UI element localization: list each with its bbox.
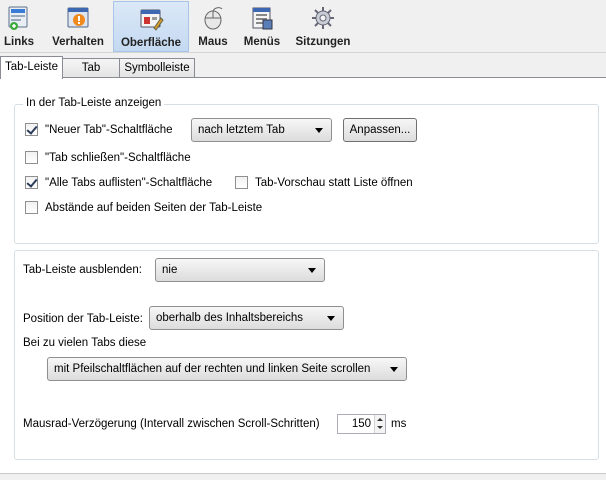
checkbox-mark xyxy=(25,151,38,164)
spin-up-icon[interactable] xyxy=(375,415,385,424)
hide-tabbar-select[interactable]: nie xyxy=(155,258,325,282)
toolbar-interface-button[interactable]: Oberfläche xyxy=(113,1,189,52)
chevron-down-icon xyxy=(308,268,316,273)
spinner-buttons xyxy=(374,415,385,433)
toolbar-links-label: Links xyxy=(3,36,35,48)
tabbar-settings-group: Tab-Leiste ausblenden: nie Position der … xyxy=(14,250,599,460)
scroll-delay-spinner[interactable]: 150 xyxy=(337,414,386,434)
mouse-icon xyxy=(204,7,223,30)
checkbox-mark xyxy=(25,176,38,189)
show-in-tabbar-group: In der Tab-Leiste anzeigen "Neuer Tab"-S… xyxy=(14,97,599,244)
tab-preview-label: Tab-Vorschau statt Liste öffnen xyxy=(255,176,413,189)
list-all-tabs-label: "Alle Tabs auflisten"-Schaltfläche xyxy=(45,176,213,189)
toolbar-menus-button[interactable]: Menüs xyxy=(240,1,284,52)
tabbar-position-value: oberhalb des Inhaltsbereichs xyxy=(156,312,304,324)
toolbar-sessions-label: Sitzungen xyxy=(295,36,351,48)
toolbar-links-button[interactable]: Links xyxy=(0,1,38,52)
tabbar-position-label: Position der Tab-Leiste: xyxy=(23,313,143,325)
tab-tab[interactable]: Tab xyxy=(62,58,120,78)
tab-symbolleiste[interactable]: Symbolleiste xyxy=(119,58,195,78)
customize-button[interactable]: Anpassen... xyxy=(343,118,417,142)
spacing-checkbox[interactable]: Abstände auf beiden Seiten der Tab-Leist… xyxy=(25,201,262,214)
tabbar-position-select[interactable]: oberhalb des Inhaltsbereichs xyxy=(149,306,344,330)
hide-tabbar-label: Tab-Leiste ausblenden: xyxy=(23,264,142,276)
toolbar-interface-label: Oberfläche xyxy=(120,37,182,49)
overflow-mode-value: mit Pfeilschaltflächen auf der rechten u… xyxy=(54,363,371,375)
list-all-tabs-checkbox[interactable]: "Alle Tabs auflisten"-Schaltfläche xyxy=(25,176,212,189)
scroll-delay-unit: ms xyxy=(391,418,407,430)
tab-strip: Tab-Leiste Tab Symbolleiste xyxy=(0,56,606,79)
links-icon xyxy=(8,6,28,30)
checkbox-mark xyxy=(25,201,38,214)
interface-icon xyxy=(140,9,164,31)
behavior-icon xyxy=(67,7,89,28)
tab-tab-leiste[interactable]: Tab-Leiste xyxy=(0,56,63,79)
overflow-mode-select[interactable]: mit Pfeilschaltflächen auf der rechten u… xyxy=(47,357,407,381)
chevron-down-icon xyxy=(327,316,335,321)
checkbox-mark xyxy=(25,123,38,136)
spacing-label: Abstände auf beiden Seiten der Tab-Leist… xyxy=(45,201,263,214)
bottom-divider xyxy=(0,473,606,480)
close-tab-button-label: "Tab schließen"-Schaltfläche xyxy=(45,151,191,164)
menus-icon xyxy=(252,7,273,30)
tab-panel: In der Tab-Leiste anzeigen "Neuer Tab"-S… xyxy=(0,77,606,473)
scroll-delay-value: 150 xyxy=(351,418,371,430)
new-tab-button-label: "Neuer Tab"-Schaltfläche xyxy=(45,123,173,136)
toolbar-menus-label: Menüs xyxy=(243,36,281,48)
hide-tabbar-value: nie xyxy=(162,264,178,276)
new-tab-button-checkbox[interactable]: "Neuer Tab"-Schaltfläche xyxy=(25,123,173,136)
toolbar-mouse-label: Maus xyxy=(198,36,228,48)
sessions-icon xyxy=(312,7,334,29)
checkbox-mark xyxy=(235,176,248,189)
tab-preview-checkbox[interactable]: Tab-Vorschau statt Liste öffnen xyxy=(235,176,413,189)
spin-down-icon[interactable] xyxy=(375,424,385,433)
chevron-down-icon xyxy=(390,367,398,372)
new-tab-position-value: nach letztem Tab xyxy=(198,124,285,136)
close-tab-button-checkbox[interactable]: "Tab schließen"-Schaltfläche xyxy=(25,151,191,164)
toolbar-mouse-button[interactable]: Maus xyxy=(194,1,232,52)
group-legend: In der Tab-Leiste anzeigen xyxy=(23,97,165,109)
preferences-toolbar: Links Verhalten Oberfläche Maus Menüs Si… xyxy=(0,0,606,53)
toolbar-behavior-label: Verhalten xyxy=(52,36,104,48)
scroll-delay-label: Mausrad-Verzögerung (Intervall zwischen … xyxy=(23,418,320,430)
toolbar-behavior-button[interactable]: Verhalten xyxy=(46,1,110,52)
toolbar-sessions-button[interactable]: Sitzungen xyxy=(291,1,355,52)
new-tab-position-select[interactable]: nach letztem Tab xyxy=(191,118,332,142)
overflow-label: Bei zu vielen Tabs diese xyxy=(23,337,147,349)
chevron-down-icon xyxy=(315,128,323,133)
